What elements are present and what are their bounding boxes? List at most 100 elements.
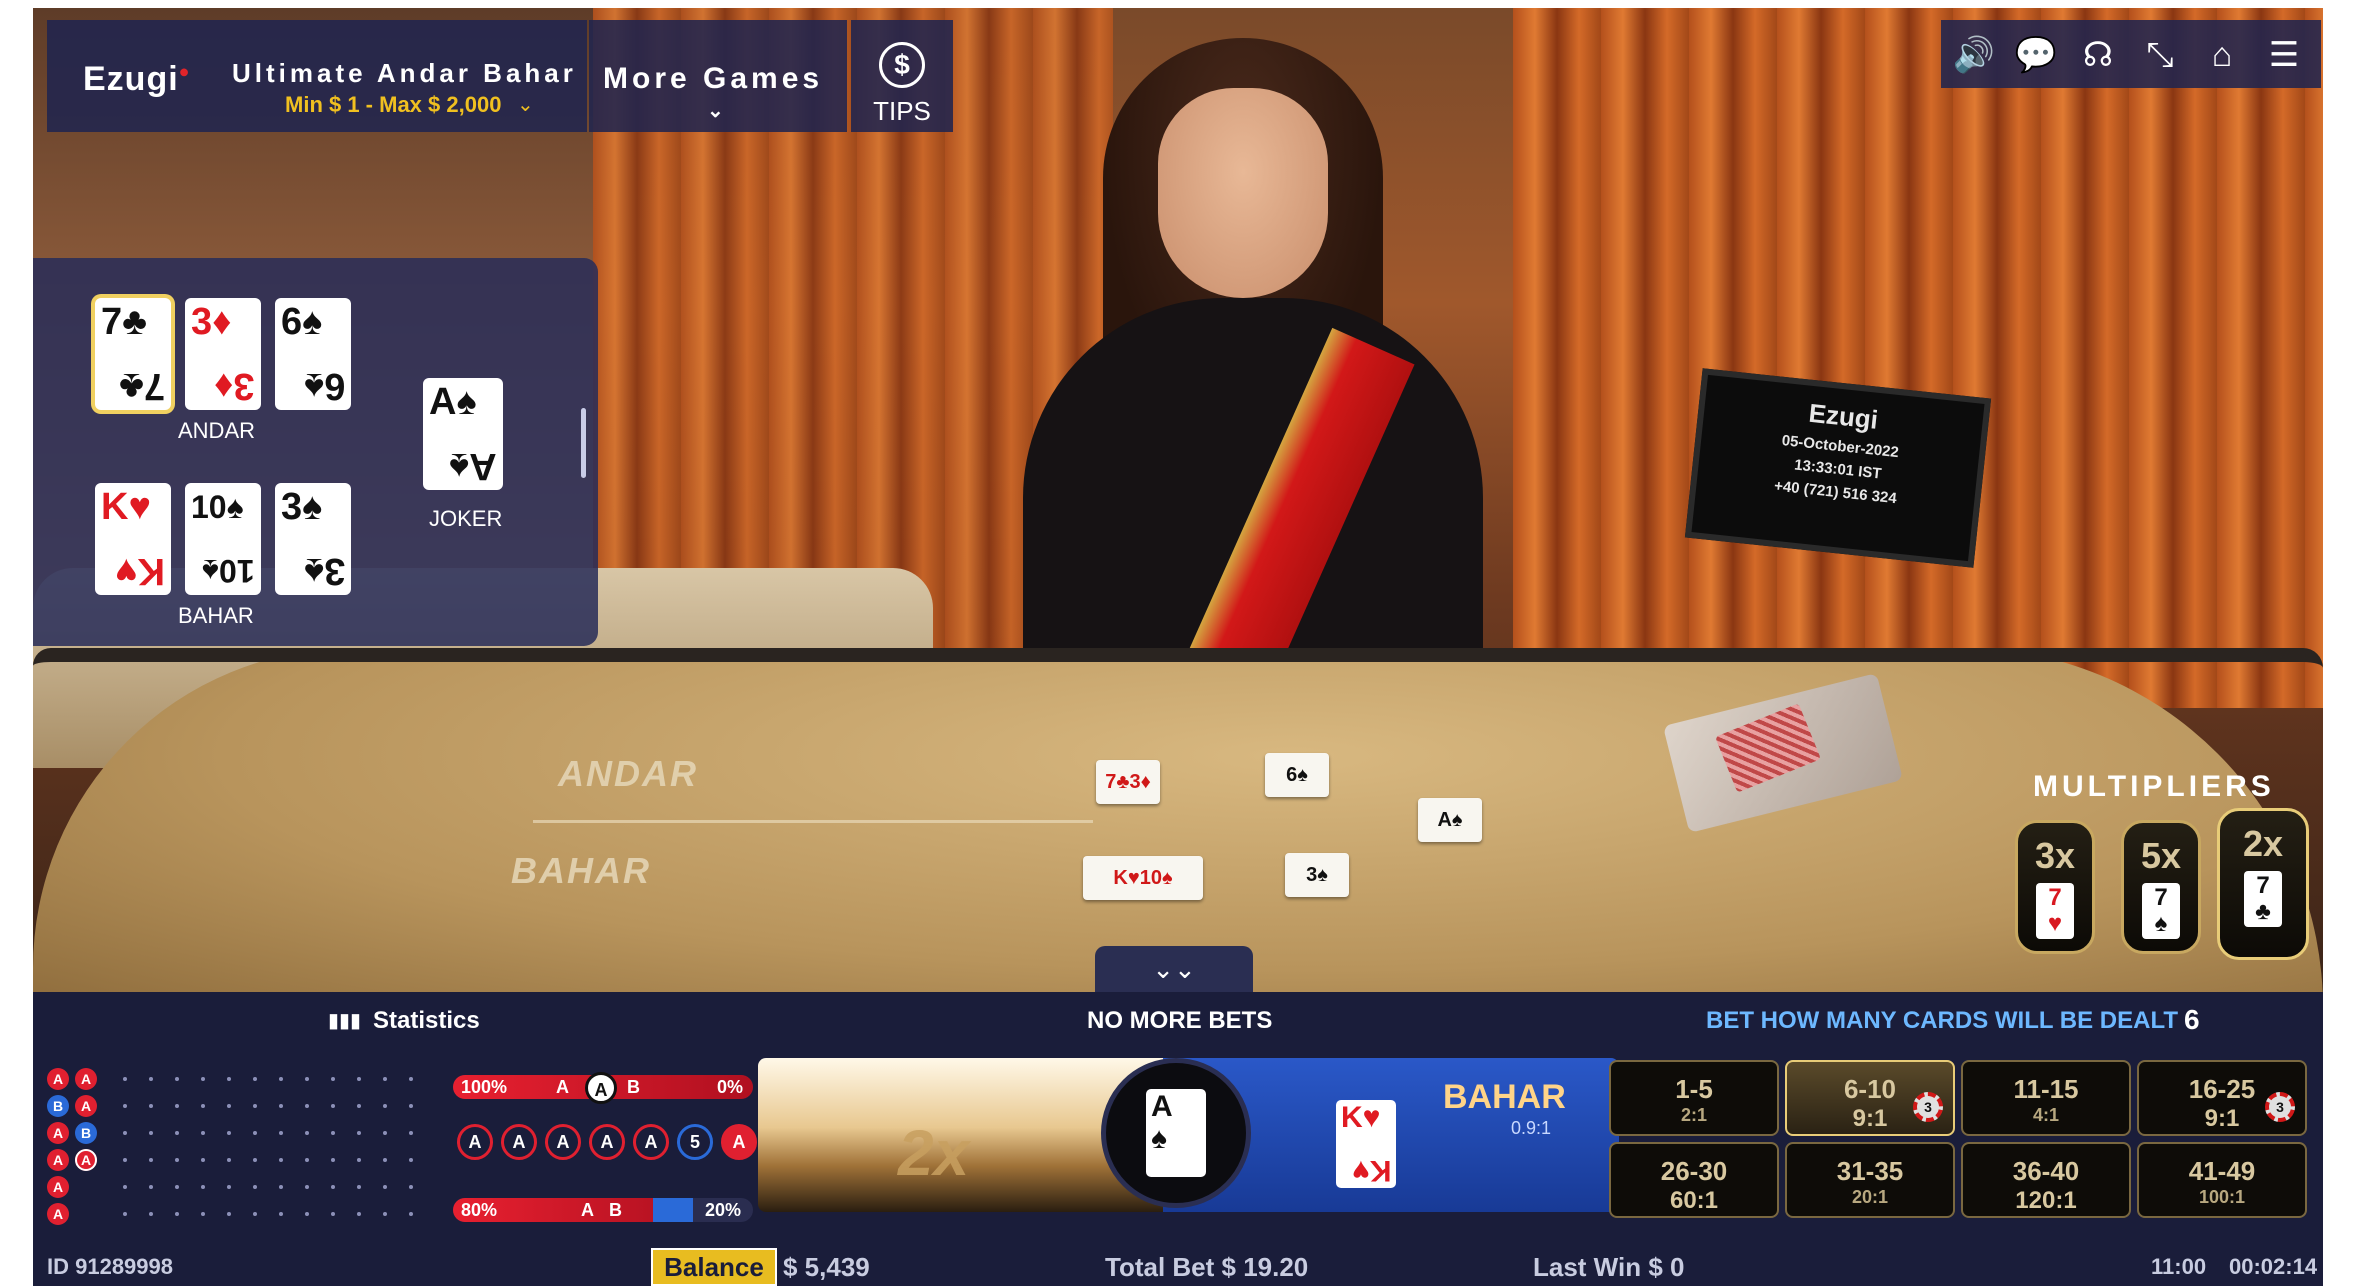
collapse-chevron-icon[interactable]: ⌄⌄ (1095, 946, 1253, 992)
side-bet-11-15[interactable]: 11-15 4:1 (1961, 1060, 2131, 1136)
multiplier-value: 3x (2034, 835, 2076, 876)
bead-empty-slot (279, 1185, 283, 1189)
status-message: NO MORE BETS (1087, 1007, 1273, 1034)
bead-empty-slot (357, 1158, 361, 1162)
dealer (993, 28, 1513, 758)
bet-chip: 3 (1913, 1092, 1943, 1122)
bead-empty-slot (279, 1131, 283, 1135)
bead-empty-slot (331, 1158, 335, 1162)
win-right-letter: B (609, 1200, 622, 1220)
win-left-pct: 80% (461, 1200, 498, 1220)
bead-empty-slot (201, 1212, 205, 1216)
home-icon[interactable]: ⌂ (2197, 30, 2247, 80)
side-bet-range: 41-49 (2188, 1156, 2256, 1186)
bead-empty-slot (175, 1077, 179, 1081)
bead-empty-slot (357, 1104, 361, 1108)
last-win: Last Win $ 0 (1533, 1252, 1685, 1282)
bead-empty-slot (123, 1131, 127, 1135)
bead-empty-slot (201, 1077, 205, 1081)
andar-label: ANDAR (178, 418, 256, 443)
table-bahar-label: BAHAR (511, 850, 651, 891)
panel-scrollbar[interactable] (581, 408, 586, 478)
statistics-button[interactable]: Statistics (373, 1007, 480, 1035)
win-left-letter: A (581, 1200, 594, 1220)
bead-empty-slot (331, 1077, 335, 1081)
ezugi-logo: Ezugi● (83, 60, 191, 98)
side-bet-16-25[interactable]: 16-25 9:1 3 (2137, 1060, 2307, 1136)
game-window: Ezugi 05-October-2022 13:33:01 IST +40 (… (33, 8, 2323, 1286)
headset-icon[interactable]: ☊ (2073, 30, 2123, 80)
side-bet-26-30[interactable]: 26-30 60:1 (1609, 1142, 1779, 1218)
bead-empty-slot (409, 1158, 413, 1162)
table-divider (533, 820, 1093, 823)
bead-empty-slot (357, 1077, 361, 1081)
bead-empty-slot (279, 1104, 283, 1108)
minimize-icon[interactable]: ⤡ (2135, 30, 2185, 80)
bead-empty-slot (253, 1077, 257, 1081)
bead-empty-slot (409, 1131, 413, 1135)
side-bet-31-35[interactable]: 31-35 20:1 (1785, 1142, 1955, 1218)
bead-empty-slot (175, 1185, 179, 1189)
table-card: 6♠ (1265, 753, 1329, 797)
bead-empty-slot (409, 1104, 413, 1108)
side-bet-1-5[interactable]: 1-5 2:1 (1609, 1060, 1779, 1136)
bead-empty-slot (149, 1185, 153, 1189)
game-info-bar[interactable]: Ezugi● Ultimate Andar Bahar Min $ 1 - Ma… (47, 20, 587, 132)
bead-empty-slot (357, 1212, 361, 1216)
tips-button[interactable]: $ TIPS (851, 20, 953, 132)
bead-empty-slot (123, 1185, 127, 1189)
bead-empty-slot (305, 1077, 309, 1081)
tips-label: TIPS (873, 96, 931, 126)
chat-icon[interactable]: 💬 (2011, 30, 2061, 80)
bead-empty-slot (383, 1212, 387, 1216)
multiplier-card: 7 ♣ (2244, 871, 2282, 927)
table-card: 3♠ (1285, 853, 1349, 897)
bar-chart-icon[interactable]: ▮▮▮ (328, 1008, 361, 1032)
clock-time: 11:00 (2151, 1254, 2207, 1279)
bead-empty-slot (253, 1158, 257, 1162)
bead-empty-slot (175, 1104, 179, 1108)
bead-empty-slot (331, 1131, 335, 1135)
bahar-bet-label: BAHAR (1443, 1078, 1566, 1116)
bead-empty-slot (253, 1104, 257, 1108)
andar-card: 7♣ 7♣ (95, 298, 171, 410)
win-right-pct: 20% (705, 1200, 742, 1220)
side-bet-41-49[interactable]: 41-49 100:1 (2137, 1142, 2307, 1218)
bead-result: B (75, 1122, 97, 1144)
bahar-card: 3♠ 3♠ (275, 483, 351, 595)
toolbar: 🔊 💬 ☊ ⤡ ⌂ ☰ (1941, 20, 2321, 88)
multiplier-badge: 5x 7 ♠ (2121, 820, 2201, 954)
result-chip: A (633, 1124, 669, 1160)
bead-empty-slot (149, 1158, 153, 1162)
more-games-button[interactable]: More Games ⌄ (589, 20, 847, 132)
result-chip: A (721, 1124, 757, 1160)
menu-icon[interactable]: ☰ (2259, 30, 2309, 80)
speaker-icon[interactable]: 🔊 (1949, 30, 1999, 80)
side-bet-6-10[interactable]: 6-10 9:1 3 (1785, 1060, 1955, 1136)
ratio-right-letter: B (627, 1077, 640, 1097)
bead-empty-slot (253, 1212, 257, 1216)
bahar-label: BAHAR (178, 603, 254, 628)
bead-empty-slot (227, 1212, 231, 1216)
bead-empty-slot (175, 1212, 179, 1216)
bead-empty-slot (383, 1104, 387, 1108)
balance-value: $ 5,439 (783, 1252, 870, 1282)
multiplier-value: 5x (2140, 835, 2182, 876)
bead-empty-slot (123, 1158, 127, 1162)
ratio-left-pct: 100% (461, 1077, 508, 1097)
bead-empty-slot (305, 1212, 309, 1216)
bead-empty-slot (123, 1212, 127, 1216)
bead-result: A (47, 1122, 69, 1144)
chevron-down-icon[interactable]: ⌄ (517, 92, 534, 117)
bead-empty-slot (227, 1185, 231, 1189)
side-bet-36-40[interactable]: 36-40 120:1 (1961, 1142, 2131, 1218)
side-bet-odds: 4:1 (2032, 1105, 2059, 1125)
studio-monitor: Ezugi 05-October-2022 13:33:01 IST +40 (… (1684, 368, 1992, 568)
bead-empty-slot (383, 1131, 387, 1135)
bead-empty-slot (175, 1131, 179, 1135)
chevron-down-icon: ⌄ (707, 100, 728, 122)
bead-result: A (75, 1068, 97, 1090)
table-andar-label: ANDAR (558, 753, 698, 794)
game-title: Ultimate Andar Bahar (232, 58, 577, 88)
session-timer: 00:02:14 (2229, 1254, 2318, 1279)
